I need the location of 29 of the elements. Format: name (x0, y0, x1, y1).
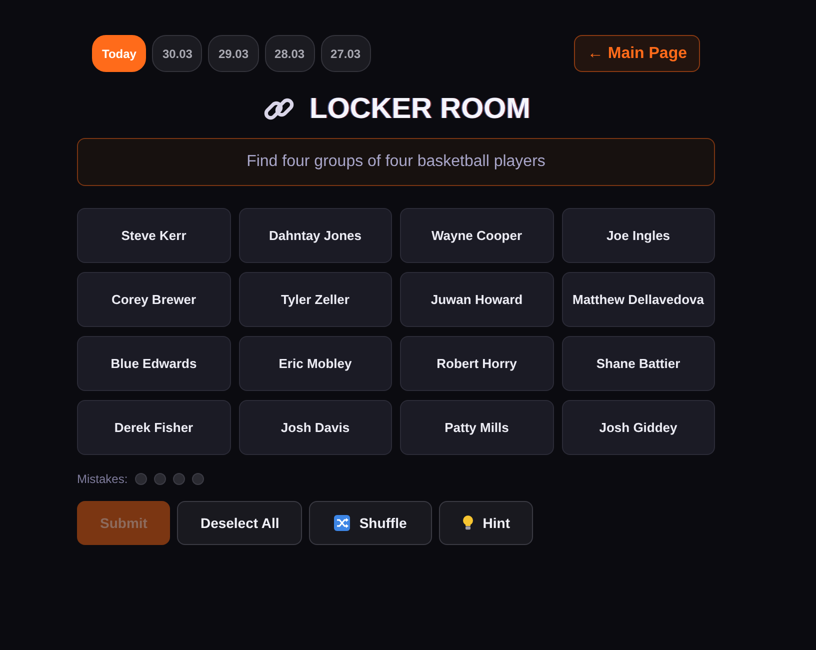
main-page-button[interactable]: ← Main Page (574, 35, 700, 72)
player-tile[interactable]: Josh Giddey (562, 400, 715, 455)
player-tile[interactable]: Joe Ingles (562, 208, 715, 263)
lightbulb-icon (462, 515, 474, 531)
date-tab[interactable]: 29.03 (208, 35, 259, 72)
mistakes-label: Mistakes: (77, 472, 128, 486)
player-tile[interactable]: Robert Horry (400, 336, 554, 391)
player-tile[interactable]: Tyler Zeller (238, 272, 392, 327)
player-tile[interactable]: Corey Brewer (77, 272, 230, 327)
player-tile[interactable]: Dahntay Jones (238, 208, 392, 263)
player-tile[interactable]: Patty Mills (400, 400, 554, 455)
shuffle-button[interactable]: Shuffle (309, 501, 432, 545)
hint-button[interactable]: Hint (438, 501, 533, 545)
date-tab[interactable]: 28.03 (264, 35, 315, 72)
date-tab[interactable]: 27.03 (320, 35, 371, 72)
shuffle-icon (334, 515, 350, 531)
player-tile[interactable]: Derek Fisher (77, 400, 230, 455)
date-tab[interactable]: 30.03 (152, 35, 202, 72)
player-tile[interactable]: Steve Kerr (77, 208, 230, 263)
player-tile[interactable]: Josh Davis (238, 400, 392, 455)
game-title: LOCKER ROOM (310, 92, 530, 126)
player-tile[interactable]: Eric Mobley (238, 336, 392, 391)
player-tile[interactable]: Matthew Dellavedova (562, 272, 715, 327)
player-tile[interactable]: Shane Battier (562, 336, 715, 391)
player-tile[interactable]: Blue Edwards (77, 336, 230, 391)
player-tile[interactable]: Juwan Howard (400, 272, 554, 327)
instructions-text: Find four groups of four basketball players (246, 153, 546, 171)
player-tile[interactable]: Wayne Cooper (400, 208, 554, 263)
deselect-button[interactable]: Deselect All (177, 501, 302, 545)
